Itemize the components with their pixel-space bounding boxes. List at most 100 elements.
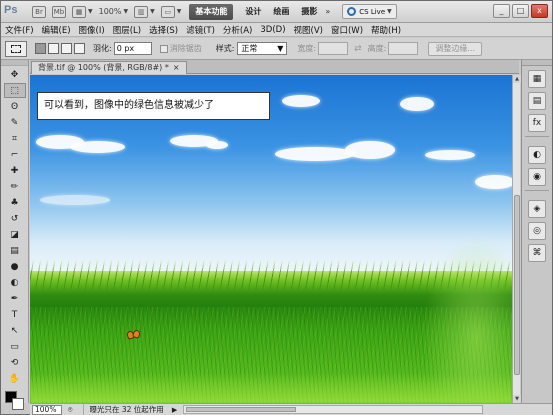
minibridge-button[interactable]: Mb [52, 4, 66, 19]
dock-grip[interactable] [522, 60, 552, 66]
scrollbar-thumb[interactable] [186, 407, 297, 412]
dodge-tool[interactable]: ◐ [4, 275, 26, 290]
panel-grip[interactable] [1, 60, 28, 66]
cs-live-icon [347, 7, 357, 16]
caption-box: 可以看到，图像中的绿色信息被减少了 [37, 92, 270, 120]
new-selection-icon[interactable] [35, 43, 46, 54]
status-zoom-input[interactable]: 100% [32, 404, 62, 415]
options-bar: 羽化: 0 px 消除锯齿 样式: 正常 ▼ 宽度: ⇄ 高度: 调整边缘... [1, 38, 552, 60]
workspace-photo-button[interactable]: 摄影 [301, 6, 317, 17]
menu-view[interactable]: 视图(V) [290, 24, 327, 36]
path-select-tool[interactable]: ↖ [4, 323, 26, 338]
menu-filter[interactable]: 滤镜(T) [182, 24, 219, 36]
move-tool[interactable]: ✥ [4, 67, 26, 82]
menu-edit[interactable]: 编辑(E) [38, 24, 75, 36]
maximize-button[interactable]: □ [512, 4, 529, 18]
cloud [275, 147, 355, 161]
vertical-scrollbar[interactable]: ▲ ▼ [512, 75, 521, 403]
marquee-tool[interactable]: ⬚ [3, 83, 26, 98]
styles-panel-icon[interactable]: fx [528, 114, 546, 132]
history-brush-tool[interactable]: ↺ [4, 211, 26, 226]
menu-select[interactable]: 选择(S) [145, 24, 182, 36]
workspace-essentials-button[interactable]: 基本功能 [189, 3, 234, 20]
feather-input[interactable]: 0 px [113, 42, 152, 55]
pen-tool[interactable]: ✒ [4, 291, 26, 306]
status-info-icon[interactable]: ⌾ [68, 405, 73, 415]
clone-stamp-tool[interactable]: ♣ [4, 195, 26, 210]
bridge-button[interactable]: Br [32, 4, 46, 19]
quick-select-tool[interactable]: ✎ [4, 115, 26, 130]
subtract-from-selection-icon[interactable] [61, 43, 72, 54]
swatches-panel-icon[interactable]: ▤ [528, 92, 546, 110]
layers-panel-icon[interactable]: ◈ [528, 200, 546, 218]
tools-panel: ✥ ⬚ ʘ ✎ ⌗ ⌐ ✚ ✏ ♣ ↺ ◪ ▤ ● ◐ ✒ T ↖ ▭ ⟲ ✋ [1, 60, 29, 410]
document-tab[interactable]: 背景.tif @ 100% (背景, RGB/8#) * × [31, 61, 187, 74]
workspace-paint-button[interactable]: 绘画 [273, 6, 289, 17]
3d-rotate-tool[interactable]: ⟲ [4, 355, 26, 370]
channels-panel-icon[interactable]: ◎ [528, 222, 546, 240]
brush-tool[interactable]: ✏ [4, 179, 26, 194]
minimize-button[interactable]: _ [493, 4, 510, 18]
menu-window[interactable]: 窗口(W) [327, 24, 367, 36]
intersect-selection-icon[interactable] [74, 43, 85, 54]
masks-panel-icon[interactable]: ◉ [528, 168, 546, 186]
chevron-down-icon: ▼ [150, 8, 155, 15]
workspace-design-button[interactable]: 设计 [245, 6, 261, 17]
eyedropper-tool[interactable]: ⌐ [4, 147, 26, 162]
menu-layer[interactable]: 图层(L) [109, 24, 145, 36]
tool-preset-picker[interactable] [5, 40, 27, 57]
close-tab-icon[interactable]: × [173, 63, 180, 72]
width-label: 宽度: [297, 44, 317, 53]
menu-help[interactable]: 帮助(H) [367, 24, 405, 36]
healing-tool[interactable]: ✚ [4, 163, 26, 178]
cs-live-button[interactable]: CS Live ▼ [342, 4, 397, 19]
width-input[interactable] [318, 42, 349, 55]
color-panel-icon[interactable]: ▦ [528, 70, 546, 88]
scrollbar-thumb[interactable] [514, 195, 520, 375]
eraser-tool[interactable]: ◪ [4, 227, 26, 242]
paths-panel-icon[interactable]: ⌘ [528, 244, 546, 262]
status-menu-arrow-icon[interactable]: ▶ [172, 406, 177, 414]
shape-tool[interactable]: ▭ [4, 339, 26, 354]
menu-analysis[interactable]: 分析(A) [219, 24, 256, 36]
view-extras-button[interactable]: ▦ ▼ [72, 4, 93, 19]
color-swatches [4, 390, 26, 412]
zoom-level-dropdown[interactable]: 100% ▼ [99, 4, 129, 19]
chevron-down-icon: ▼ [176, 8, 182, 15]
type-tool[interactable]: T [4, 307, 26, 322]
antialias-checkbox[interactable] [159, 44, 168, 53]
document-canvas[interactable]: 可以看到，图像中的绿色信息被减少了 [30, 75, 512, 403]
horizontal-scrollbar[interactable] [183, 405, 484, 414]
refine-edge-button[interactable]: 调整边缘... [428, 41, 482, 56]
background-color-swatch[interactable] [11, 398, 24, 410]
swap-icon[interactable]: ⇄ [354, 44, 362, 54]
lasso-tool[interactable]: ʘ [4, 99, 26, 114]
blur-tool[interactable]: ● [4, 259, 26, 274]
menu-3d[interactable]: 3D(D) [256, 25, 289, 35]
crop-tool[interactable]: ⌗ [4, 131, 26, 146]
adjustments-panel-icon[interactable]: ◐ [528, 146, 546, 164]
window-controls: _ □ x [493, 4, 548, 18]
height-label: 高度: [367, 44, 387, 53]
hand-tool[interactable]: ✋ [4, 371, 26, 386]
arrange-icon: ▥ [134, 5, 149, 18]
cloud [425, 150, 475, 160]
height-input[interactable] [388, 42, 419, 55]
menu-image[interactable]: 图像(I) [75, 24, 109, 36]
status-doc-info: 曝光只在 32 位起作用 [82, 404, 164, 415]
view-extras-icon: ▦ [72, 5, 86, 18]
selection-mode-group [35, 43, 85, 54]
arrange-documents-button[interactable]: ▥ ▼ [134, 4, 155, 19]
scroll-down-icon[interactable]: ▼ [513, 395, 521, 403]
style-select[interactable]: 正常 ▼ [237, 42, 288, 55]
screen-mode-button[interactable]: ▭ ▼ [160, 4, 182, 19]
foreground-blur [30, 373, 512, 403]
menu-file[interactable]: 文件(F) [1, 24, 38, 36]
gradient-tool[interactable]: ▤ [4, 243, 26, 258]
add-to-selection-icon[interactable] [48, 43, 59, 54]
scroll-up-icon[interactable]: ▲ [513, 75, 521, 83]
dock-divider [525, 136, 549, 142]
close-button[interactable]: x [531, 4, 548, 18]
more-workspaces-button[interactable]: » [325, 7, 330, 16]
status-bar: 100% ⌾ 曝光只在 32 位起作用 ▶ [30, 403, 552, 415]
